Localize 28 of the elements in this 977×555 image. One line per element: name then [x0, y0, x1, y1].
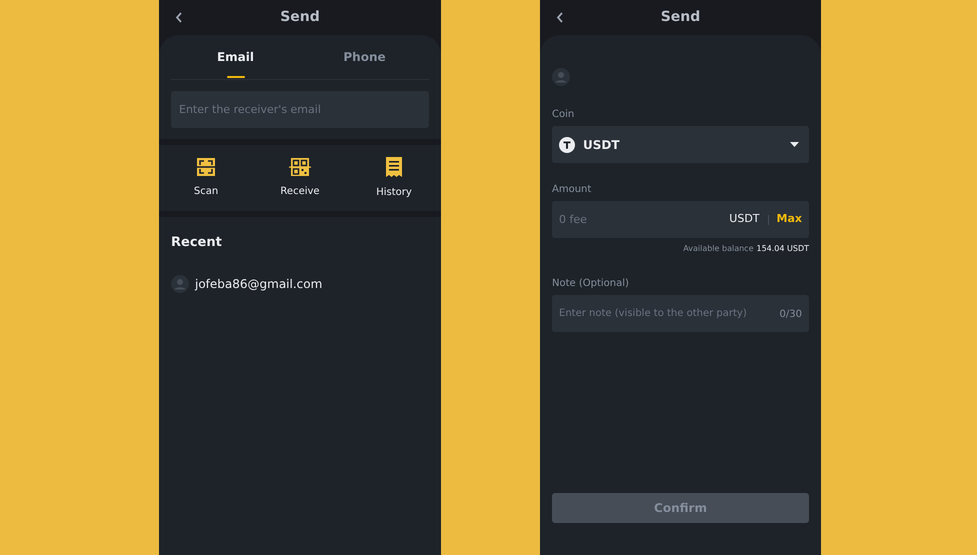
coin-dropdown[interactable]: USDT — [552, 126, 809, 163]
receipt-icon — [385, 156, 403, 178]
action-button[interactable]: Receive — [253, 157, 347, 199]
action-button[interactable]: History — [347, 156, 441, 200]
action-button[interactable]: Scan — [159, 157, 253, 199]
scan-icon — [196, 157, 216, 177]
avatar-icon — [171, 274, 189, 292]
avatar-icon — [552, 68, 570, 86]
balance-label: Available balance — [683, 243, 754, 255]
back-icon[interactable] — [556, 12, 564, 23]
section-title: Recent — [171, 234, 223, 252]
qr-code-icon — [289, 157, 311, 177]
tab[interactable]: Phone — [300, 35, 429, 79]
caret-icon — [790, 142, 799, 147]
character-counter: 0/30 — [780, 308, 802, 322]
screen-title: Send — [660, 8, 700, 27]
max-button[interactable]: Max — [776, 211, 802, 228]
field-label: Coin — [552, 108, 576, 122]
contact-email[interactable]: jofeba86@gmail.com — [195, 274, 322, 292]
unit-label: USDT — [729, 211, 760, 228]
tab[interactable]: Email — [171, 35, 300, 79]
screen-title: Send — [280, 8, 320, 27]
field-label: Note (Optional) — [552, 277, 630, 291]
back-icon[interactable] — [175, 12, 183, 23]
coin-icon — [559, 136, 575, 152]
field-label: Amount — [552, 183, 592, 197]
balance-value: 154.04 USDT — [756, 243, 809, 255]
email-field[interactable]: Enter the receiver's email — [171, 91, 429, 128]
